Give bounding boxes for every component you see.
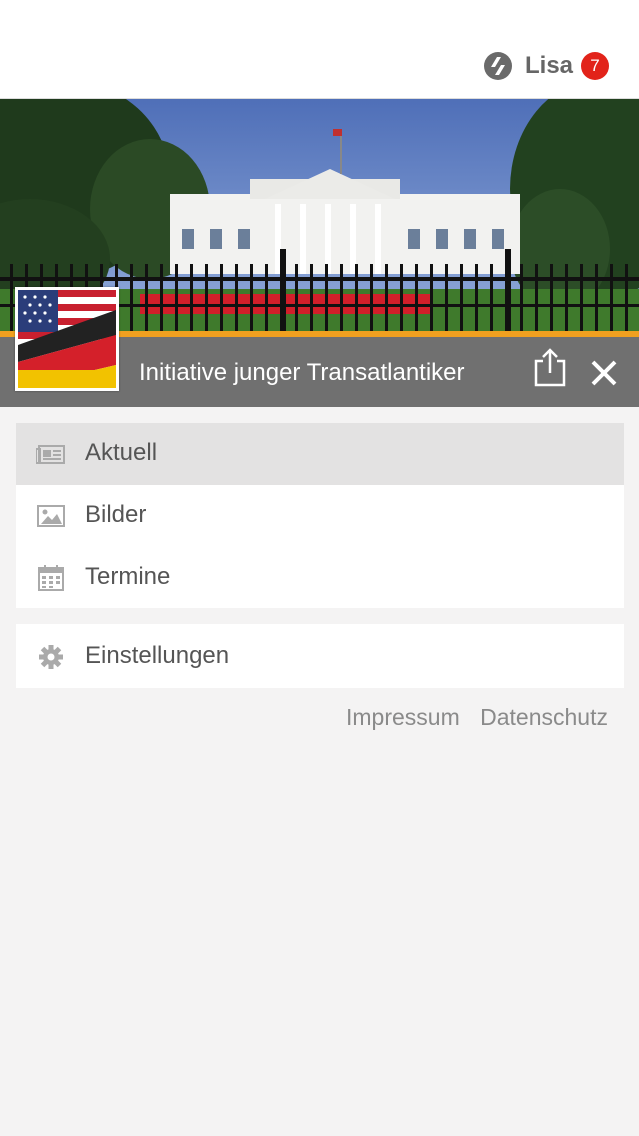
notification-badge[interactable]: 7 [581, 52, 609, 80]
impressum-link[interactable]: Impressum [346, 704, 460, 730]
menu-label-aktuell: Aktuell [85, 439, 158, 466]
us-germany-flag-icon [18, 290, 116, 388]
top-bar: Lisa 7 [0, 0, 639, 99]
menu-item-aktuell[interactable]: Aktuell [16, 423, 624, 485]
settings-menu: Einstellungen [16, 624, 624, 688]
newspaper-icon [36, 445, 65, 464]
user-name[interactable]: Lisa [525, 50, 573, 82]
menu-label-bilder: Bilder [85, 501, 147, 528]
menu-item-einstellungen[interactable]: Einstellungen [16, 624, 624, 688]
datenschutz-link[interactable]: Datenschutz [480, 704, 608, 730]
menu-label-einstellungen: Einstellungen [85, 642, 230, 669]
group-logo [15, 287, 119, 391]
group-title: Initiative junger Transatlantiker [139, 359, 465, 386]
close-icon[interactable] [588, 357, 620, 389]
main-menu: Aktuell Bilder Termine [16, 423, 624, 608]
menu-item-bilder[interactable]: Bilder [16, 485, 624, 547]
share-icon[interactable] [531, 347, 569, 389]
image-icon [37, 505, 65, 527]
menu-label-termine: Termine [85, 563, 171, 590]
gear-icon [39, 645, 63, 669]
menu-item-termine[interactable]: Termine [16, 547, 624, 609]
calendar-icon [38, 565, 64, 591]
app-logo-icon[interactable] [483, 51, 513, 81]
footer-links: Impressum Datenschutz [332, 701, 608, 733]
